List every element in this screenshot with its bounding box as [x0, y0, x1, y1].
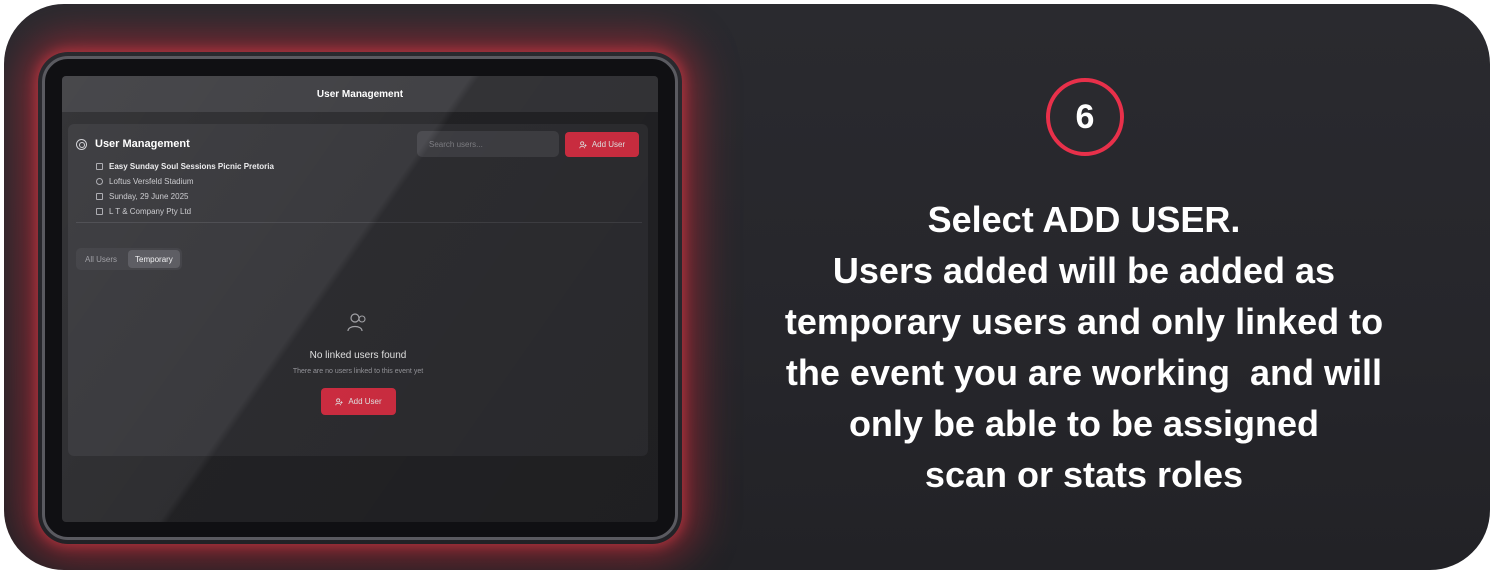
date-icon	[96, 193, 103, 200]
instruction-card: User Management User Management Easy Sun…	[4, 4, 1490, 570]
user-management-panel: User Management Easy Sunday Soul Session…	[68, 124, 648, 456]
instruction-line: temporary users and only linked to	[784, 301, 1384, 342]
tab-temporary[interactable]: Temporary	[128, 250, 180, 268]
add-user-label: Add User	[591, 140, 626, 149]
instruction-line: Select ADD USER.	[927, 199, 1241, 240]
step-number: 6	[1075, 97, 1095, 136]
building-icon	[96, 208, 103, 215]
event-venue: Loftus Versfeld Stadium	[109, 177, 194, 186]
event-venue-row: Loftus Versfeld Stadium	[96, 174, 274, 189]
divider	[76, 222, 642, 223]
event-company-row: L T & Company Pty Ltd	[96, 204, 274, 219]
users-empty-icon	[347, 313, 366, 332]
empty-state-title: No linked users found	[309, 350, 407, 361]
add-user-empty-label: Add User	[348, 397, 382, 406]
location-icon	[96, 178, 103, 185]
tablet-screen: User Management User Management Easy Sun…	[62, 76, 658, 522]
event-name-row: Easy Sunday Soul Sessions Picnic Pretori…	[96, 159, 274, 174]
instruction-line: Users added will be added as	[832, 250, 1336, 291]
event-company: L T & Company Pty Ltd	[109, 207, 192, 216]
instruction-text: Select ADD USER. Users added will be add…	[734, 194, 1434, 500]
add-user-icon	[579, 140, 587, 148]
search-placeholder: Search users...	[429, 139, 483, 149]
add-user-empty-button[interactable]: Add User	[321, 388, 396, 415]
section-title: User Management	[95, 138, 190, 150]
tab-all-users[interactable]: All Users	[78, 250, 124, 268]
user-tabs: All Users Temporary	[76, 248, 182, 270]
add-user-button[interactable]: Add User	[565, 132, 639, 157]
section-heading: User Management	[76, 138, 190, 150]
app-header-title: User Management	[316, 88, 404, 100]
instruction-line: scan or stats roles	[924, 454, 1244, 495]
tablet-device: User Management User Management Easy Sun…	[42, 56, 678, 540]
event-name: Easy Sunday Soul Sessions Picnic Pretori…	[109, 162, 274, 171]
empty-state-subtitle: There are no users linked to this event …	[292, 368, 424, 375]
step-number-badge: 6	[1046, 78, 1124, 156]
event-date: Sunday, 29 June 2025	[109, 192, 189, 201]
event-date-row: Sunday, 29 June 2025	[96, 189, 274, 204]
instruction-line: only be able to be assigned	[848, 403, 1320, 444]
instruction-line: the event you are working and will	[785, 352, 1383, 393]
search-input[interactable]: Search users...	[417, 131, 559, 157]
users-icon	[76, 138, 87, 150]
app-header: User Management	[62, 76, 658, 112]
calendar-icon	[96, 163, 103, 170]
add-user-icon	[335, 397, 343, 405]
event-info: Easy Sunday Soul Sessions Picnic Pretori…	[96, 159, 274, 219]
